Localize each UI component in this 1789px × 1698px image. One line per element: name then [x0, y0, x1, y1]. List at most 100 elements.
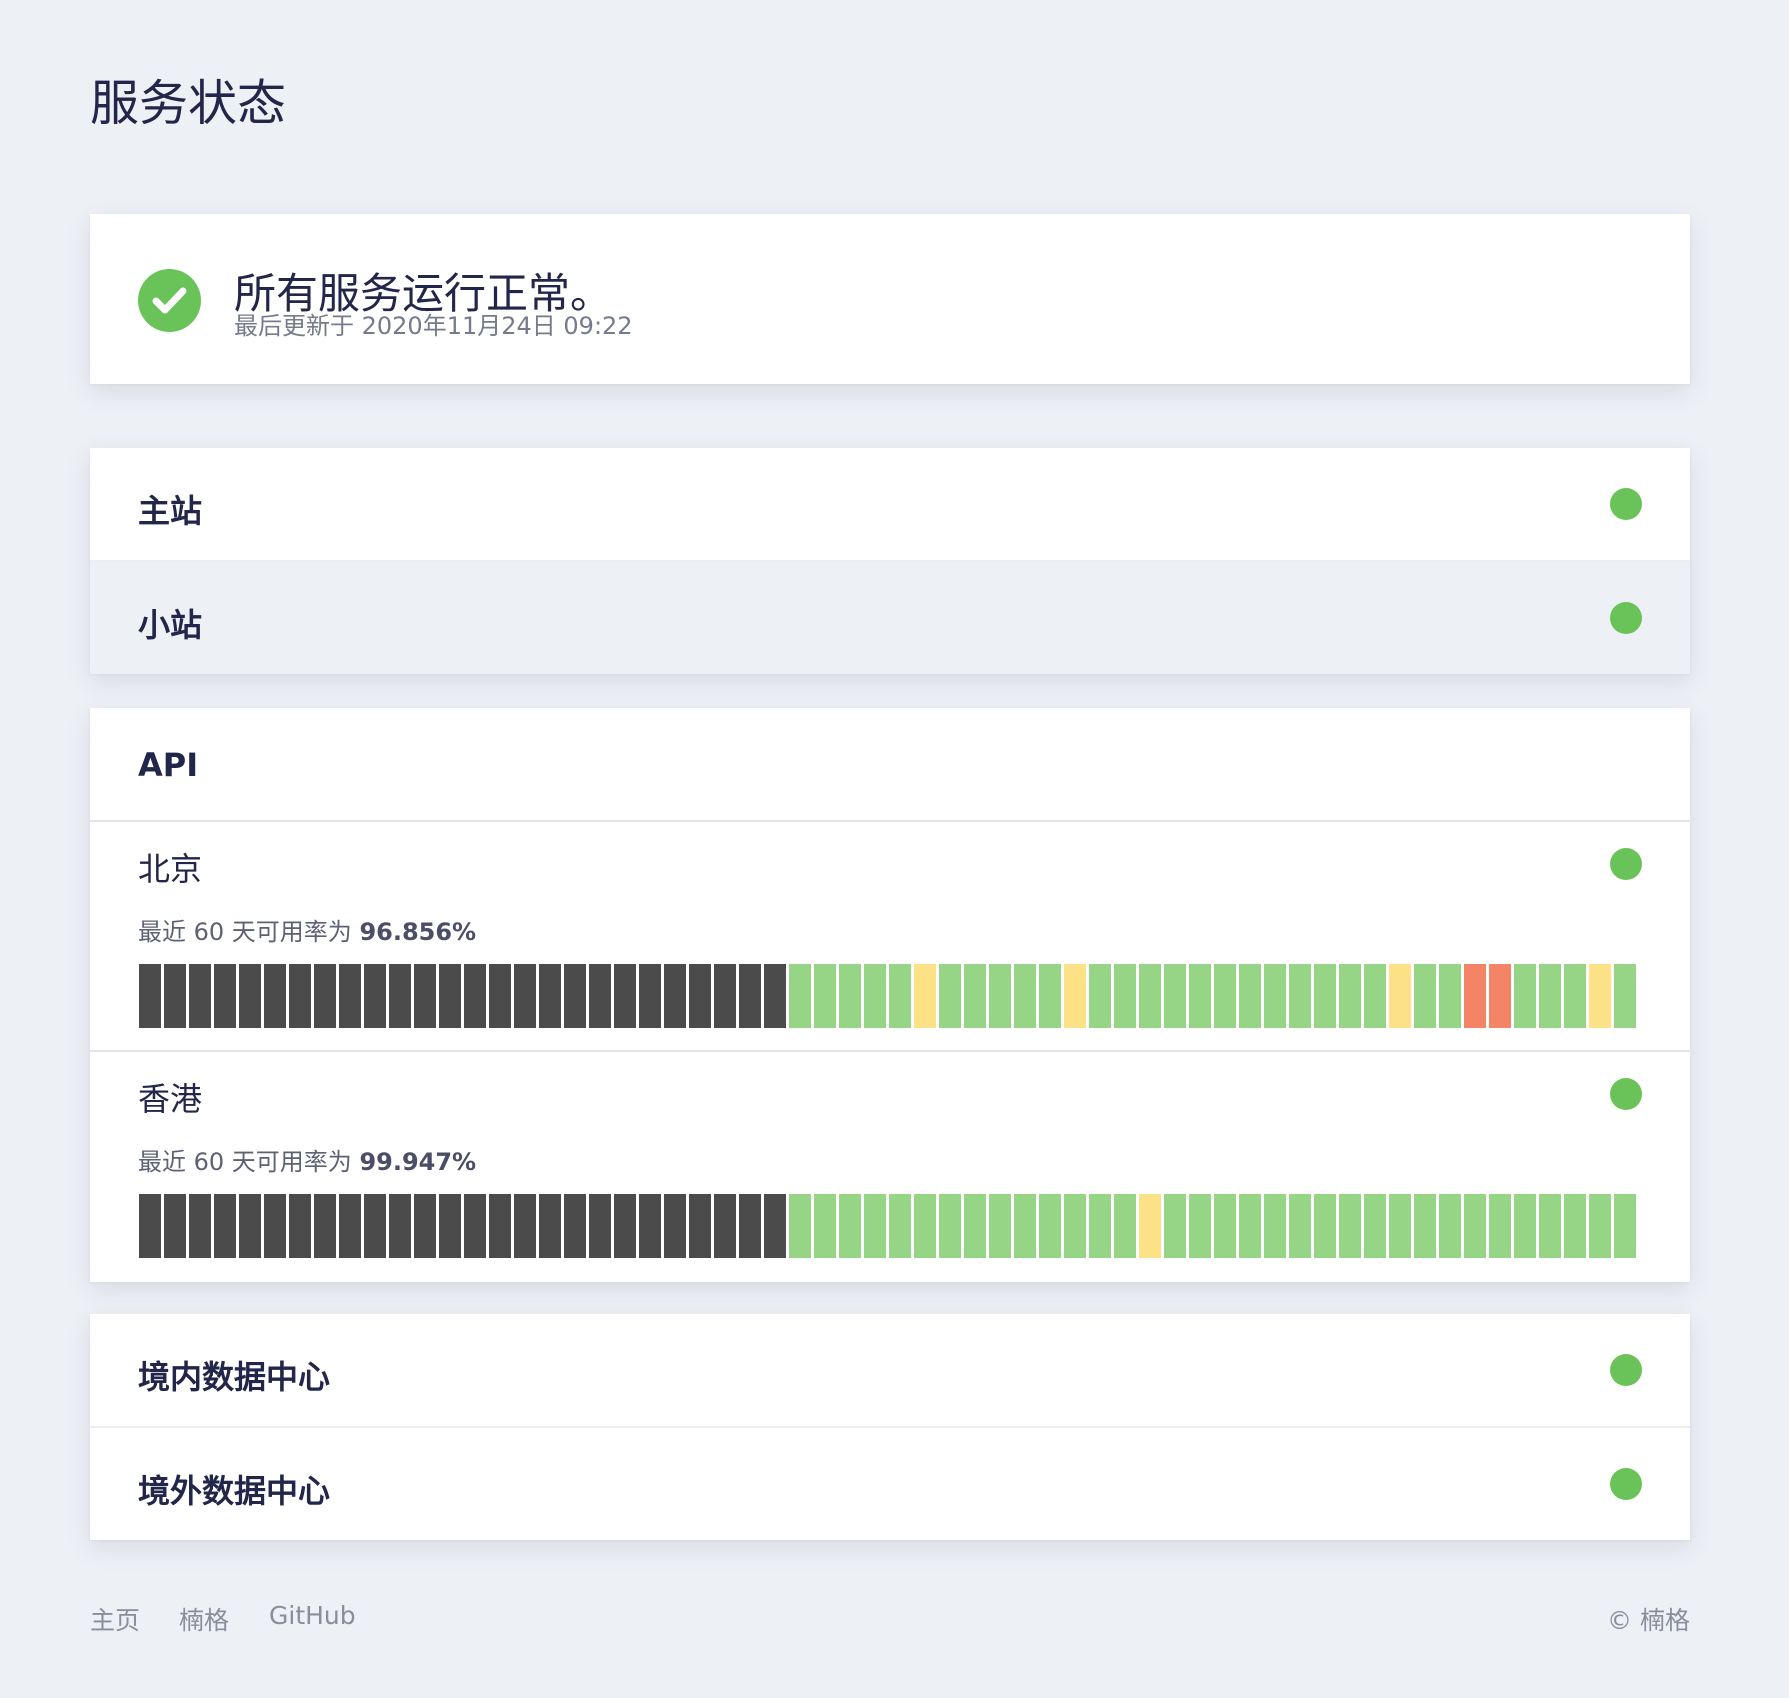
uptime-day-bar[interactable] — [1064, 964, 1086, 1028]
footer-link-nange[interactable]: 楠格 — [179, 1601, 229, 1637]
uptime-day-bar[interactable] — [814, 1194, 836, 1258]
uptime-day-bar[interactable] — [1414, 964, 1436, 1028]
component-row[interactable]: 主站 — [90, 448, 1690, 560]
uptime-day-bar[interactable] — [264, 1194, 286, 1258]
uptime-day-bar[interactable] — [464, 1194, 486, 1258]
uptime-day-bar[interactable] — [414, 964, 436, 1028]
uptime-day-bar[interactable] — [939, 964, 961, 1028]
uptime-day-bar[interactable] — [1564, 1194, 1586, 1258]
uptime-day-bar[interactable] — [1114, 964, 1136, 1028]
uptime-day-bar[interactable] — [939, 1194, 961, 1258]
uptime-day-bar[interactable] — [464, 964, 486, 1028]
uptime-day-bar[interactable] — [1214, 1194, 1236, 1258]
uptime-day-bar[interactable] — [689, 964, 711, 1028]
uptime-day-bar[interactable] — [839, 1194, 861, 1258]
uptime-day-bar[interactable] — [739, 964, 761, 1028]
uptime-day-bar[interactable] — [339, 964, 361, 1028]
group-header[interactable]: API — [90, 708, 1690, 820]
uptime-day-bar[interactable] — [1289, 1194, 1311, 1258]
uptime-day-bar[interactable] — [164, 964, 186, 1028]
uptime-day-bar[interactable] — [614, 1194, 636, 1258]
uptime-day-bar[interactable] — [489, 1194, 511, 1258]
uptime-day-bar[interactable] — [564, 964, 586, 1028]
uptime-day-bar[interactable] — [564, 1194, 586, 1258]
uptime-day-bar[interactable] — [714, 1194, 736, 1258]
footer-link-github[interactable]: GitHub — [269, 1601, 356, 1630]
uptime-day-bar[interactable] — [1489, 964, 1511, 1028]
uptime-day-bar[interactable] — [1414, 1194, 1436, 1258]
uptime-day-bar[interactable] — [789, 1194, 811, 1258]
uptime-day-bar[interactable] — [214, 964, 236, 1028]
uptime-day-bar[interactable] — [664, 1194, 686, 1258]
uptime-day-bar[interactable] — [1614, 964, 1636, 1028]
uptime-day-bar[interactable] — [164, 1194, 186, 1258]
uptime-day-bar[interactable] — [439, 964, 461, 1028]
uptime-day-bar[interactable] — [864, 1194, 886, 1258]
uptime-day-bar[interactable] — [589, 964, 611, 1028]
uptime-day-bar[interactable] — [864, 964, 886, 1028]
uptime-day-bar[interactable] — [1139, 964, 1161, 1028]
uptime-day-bar[interactable] — [1089, 1194, 1111, 1258]
uptime-day-bar[interactable] — [239, 964, 261, 1028]
uptime-day-bar[interactable] — [714, 964, 736, 1028]
uptime-day-bar[interactable] — [439, 1194, 461, 1258]
uptime-day-bar[interactable] — [314, 1194, 336, 1258]
uptime-day-bar[interactable] — [1114, 1194, 1136, 1258]
uptime-day-bar[interactable] — [889, 964, 911, 1028]
uptime-day-bar[interactable] — [1514, 1194, 1536, 1258]
uptime-day-bar[interactable] — [189, 964, 211, 1028]
uptime-day-bar[interactable] — [339, 1194, 361, 1258]
uptime-day-bar[interactable] — [1139, 1194, 1161, 1258]
uptime-day-bar[interactable] — [1164, 1194, 1186, 1258]
uptime-day-bar[interactable] — [914, 964, 936, 1028]
uptime-day-bar[interactable] — [589, 1194, 611, 1258]
uptime-day-bar[interactable] — [264, 964, 286, 1028]
footer-link-home[interactable]: 主页 — [90, 1601, 140, 1637]
uptime-day-bar[interactable] — [639, 964, 661, 1028]
uptime-day-bar[interactable] — [1364, 964, 1386, 1028]
uptime-day-bar[interactable] — [389, 964, 411, 1028]
uptime-day-bar[interactable] — [764, 964, 786, 1028]
uptime-day-bar[interactable] — [1339, 964, 1361, 1028]
uptime-day-bar[interactable] — [1089, 964, 1111, 1028]
uptime-day-bar[interactable] — [914, 1194, 936, 1258]
uptime-day-bar[interactable] — [814, 964, 836, 1028]
uptime-day-bar[interactable] — [789, 964, 811, 1028]
uptime-day-bar[interactable] — [1239, 964, 1261, 1028]
uptime-day-bar[interactable] — [1564, 964, 1586, 1028]
uptime-day-bar[interactable] — [289, 964, 311, 1028]
uptime-day-bar[interactable] — [1039, 964, 1061, 1028]
uptime-day-bar[interactable] — [1239, 1194, 1261, 1258]
uptime-day-bar[interactable] — [1014, 1194, 1036, 1258]
uptime-day-bar[interactable] — [1464, 964, 1486, 1028]
uptime-day-bar[interactable] — [239, 1194, 261, 1258]
uptime-day-bar[interactable] — [189, 1194, 211, 1258]
uptime-day-bar[interactable] — [1314, 964, 1336, 1028]
uptime-day-bar[interactable] — [139, 964, 161, 1028]
uptime-day-bar[interactable] — [364, 964, 386, 1028]
uptime-day-bar[interactable] — [614, 964, 636, 1028]
uptime-day-bar[interactable] — [964, 964, 986, 1028]
uptime-day-bar[interactable] — [1189, 964, 1211, 1028]
uptime-day-bar[interactable] — [1589, 1194, 1611, 1258]
component-row[interactable]: 小站 — [90, 560, 1690, 674]
uptime-day-bar[interactable] — [1389, 1194, 1411, 1258]
uptime-day-bar[interactable] — [414, 1194, 436, 1258]
uptime-day-bar[interactable] — [989, 964, 1011, 1028]
uptime-day-bar[interactable] — [1214, 964, 1236, 1028]
uptime-day-bar[interactable] — [1064, 1194, 1086, 1258]
uptime-day-bar[interactable] — [889, 1194, 911, 1258]
uptime-day-bar[interactable] — [214, 1194, 236, 1258]
uptime-day-bar[interactable] — [1464, 1194, 1486, 1258]
uptime-day-bar[interactable] — [1039, 1194, 1061, 1258]
uptime-day-bar[interactable] — [1439, 964, 1461, 1028]
uptime-day-bar[interactable] — [764, 1194, 786, 1258]
uptime-day-bar[interactable] — [489, 964, 511, 1028]
uptime-day-bar[interactable] — [1514, 964, 1536, 1028]
uptime-day-bar[interactable] — [1264, 1194, 1286, 1258]
uptime-day-bar[interactable] — [1014, 964, 1036, 1028]
uptime-day-bar[interactable] — [389, 1194, 411, 1258]
uptime-day-bar[interactable] — [1439, 1194, 1461, 1258]
uptime-day-bar[interactable] — [839, 964, 861, 1028]
uptime-day-bar[interactable] — [539, 1194, 561, 1258]
